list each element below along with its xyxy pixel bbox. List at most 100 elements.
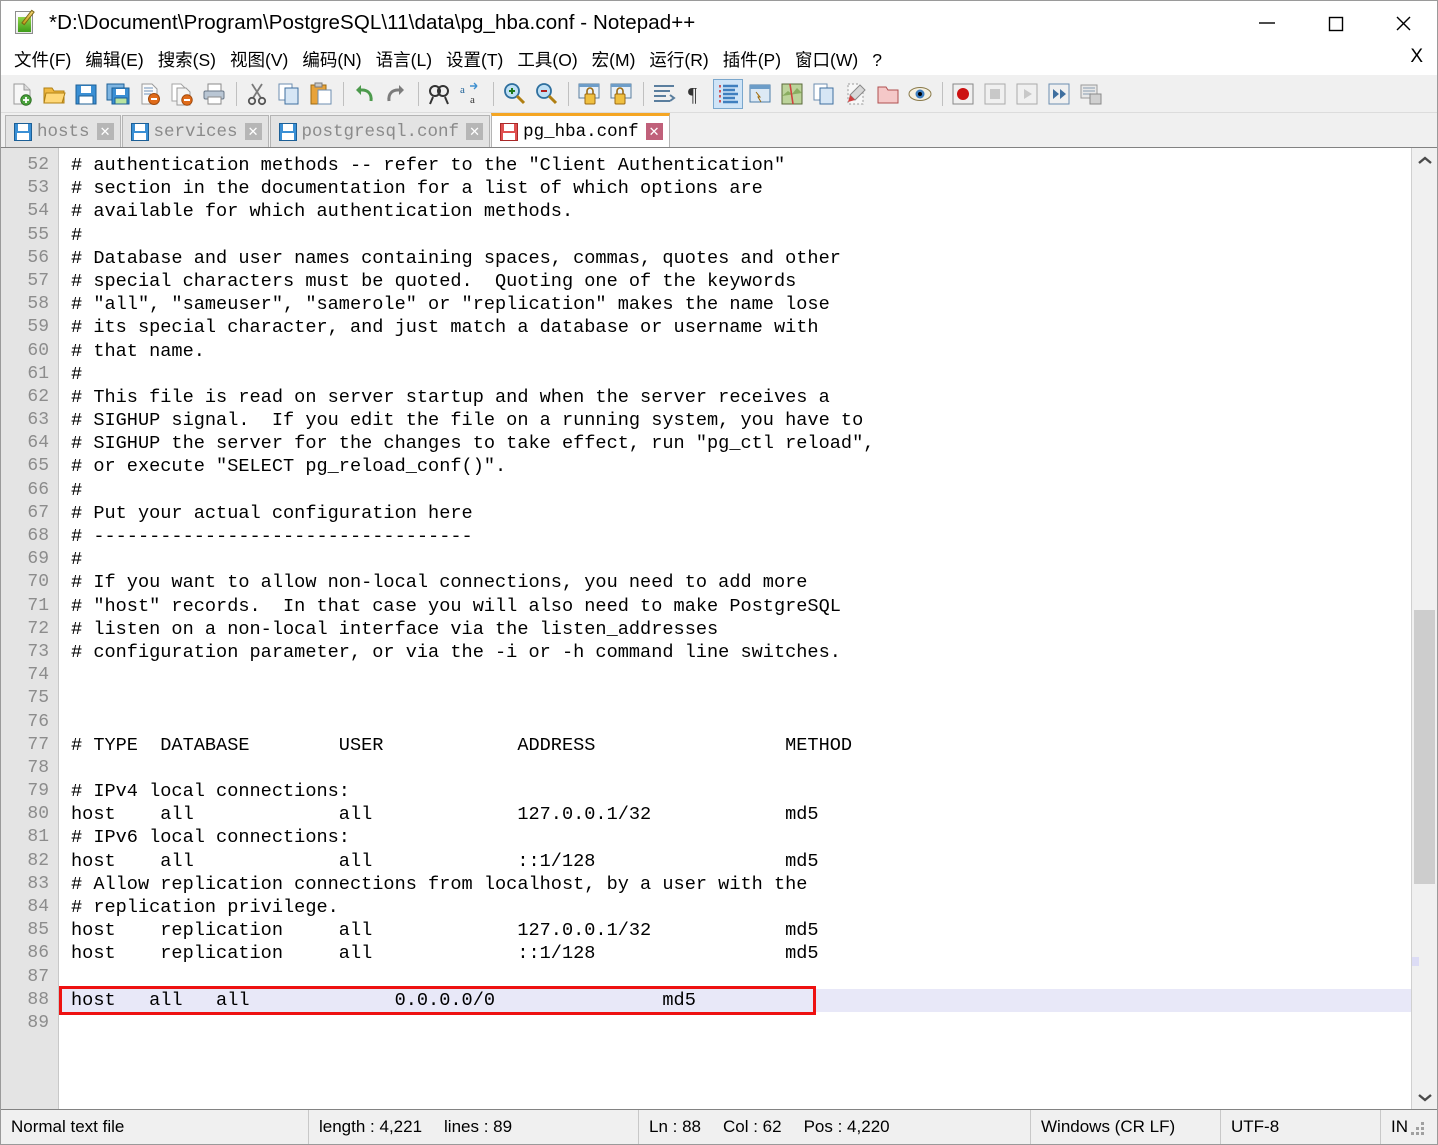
menu-tools[interactable]: 工具(O) bbox=[510, 46, 584, 74]
paste-icon[interactable] bbox=[306, 79, 336, 109]
code-line[interactable]: # SIGHUP the server for the changes to t… bbox=[59, 432, 1411, 455]
run-macro-multiple-icon[interactable] bbox=[1044, 79, 1074, 109]
show-all-characters-icon[interactable]: ¶ bbox=[681, 79, 711, 109]
maximize-button[interactable] bbox=[1301, 1, 1369, 45]
code-line[interactable]: host replication all ::1/128 md5 bbox=[59, 942, 1411, 965]
menu-run[interactable]: 运行(R) bbox=[642, 46, 715, 74]
code-line[interactable]: # This file is read on server startup an… bbox=[59, 386, 1411, 409]
tab-services[interactable]: services ✕ bbox=[121, 115, 269, 147]
close-file-icon[interactable] bbox=[135, 79, 165, 109]
save-all-icon[interactable] bbox=[103, 79, 133, 109]
menu-settings[interactable]: 设置(T) bbox=[439, 46, 510, 74]
user-defined-dialog-icon[interactable] bbox=[745, 79, 775, 109]
code-line[interactable]: # If you want to allow non-local connect… bbox=[59, 571, 1411, 594]
zoom-out-icon[interactable] bbox=[531, 79, 561, 109]
save-icon[interactable] bbox=[71, 79, 101, 109]
code-line[interactable]: # authentication methods -- refer to the… bbox=[59, 154, 1411, 177]
minimize-button[interactable] bbox=[1233, 1, 1301, 45]
code-line[interactable]: # or execute "SELECT pg_reload_conf()". bbox=[59, 455, 1411, 478]
code-line[interactable]: # SIGHUP signal. If you edit the file on… bbox=[59, 409, 1411, 432]
code-line[interactable]: # ---------------------------------- bbox=[59, 525, 1411, 548]
zoom-in-icon[interactable] bbox=[499, 79, 529, 109]
tab-hosts[interactable]: hosts ✕ bbox=[5, 115, 121, 147]
open-file-icon[interactable] bbox=[39, 79, 69, 109]
close-button[interactable] bbox=[1369, 1, 1437, 45]
tab-close-icon[interactable]: ✕ bbox=[244, 123, 262, 140]
code-line[interactable]: # special characters must be quoted. Quo… bbox=[59, 270, 1411, 293]
code-line[interactable]: # Allow replication connections from loc… bbox=[59, 873, 1411, 896]
record-macro-icon[interactable] bbox=[948, 79, 978, 109]
play-macro-icon[interactable] bbox=[1012, 79, 1042, 109]
monitoring-folder-icon[interactable] bbox=[873, 79, 903, 109]
redo-icon[interactable] bbox=[381, 79, 411, 109]
stop-recording-icon[interactable] bbox=[980, 79, 1010, 109]
code-line[interactable] bbox=[59, 687, 1411, 710]
tab-close-icon[interactable]: ✕ bbox=[96, 123, 114, 140]
document-map-icon[interactable] bbox=[777, 79, 807, 109]
menu-search[interactable]: 搜索(S) bbox=[151, 46, 223, 74]
scroll-down-arrow[interactable] bbox=[1412, 1085, 1437, 1109]
code-line[interactable]: # section in the documentation for a lis… bbox=[59, 177, 1411, 200]
code-line[interactable]: # configuration parameter, or via the -i… bbox=[59, 641, 1411, 664]
new-file-icon[interactable] bbox=[7, 79, 37, 109]
code-line[interactable]: host replication all 127.0.0.1/32 md5 bbox=[59, 919, 1411, 942]
code-line[interactable]: # bbox=[59, 479, 1411, 502]
function-list-icon[interactable] bbox=[809, 79, 839, 109]
code-line[interactable] bbox=[59, 966, 1411, 989]
resize-grip[interactable] bbox=[1408, 1119, 1424, 1135]
code-line[interactable]: # bbox=[59, 363, 1411, 386]
folder-as-workspace-icon[interactable] bbox=[841, 79, 871, 109]
code-line[interactable]: # Database and user names containing spa… bbox=[59, 247, 1411, 270]
code-line[interactable]: # TYPE DATABASE USER ADDRESS METHOD bbox=[59, 734, 1411, 757]
close-document-button[interactable]: X bbox=[1410, 46, 1423, 68]
menu-file[interactable]: 文件(F) bbox=[7, 46, 78, 74]
close-all-files-icon[interactable] bbox=[167, 79, 197, 109]
code-line[interactable]: # Put your actual configuration here bbox=[59, 502, 1411, 525]
print-icon[interactable] bbox=[199, 79, 229, 109]
code-line[interactable]: # available for which authentication met… bbox=[59, 200, 1411, 223]
code-line-current[interactable]: host all all 0.0.0.0/0 md5 bbox=[59, 988, 1411, 1012]
code-line[interactable]: # bbox=[59, 548, 1411, 571]
code-line[interactable]: # listen on a non-local interface via th… bbox=[59, 618, 1411, 641]
text-editor[interactable]: 52 53 54 55 56 57 58 59 60 61 62 63 64 65 66 67 68 69 70 71… bbox=[1, 148, 1411, 1109]
status-encoding[interactable]: UTF-8 bbox=[1221, 1110, 1381, 1144]
code-line[interactable]: host all all 127.0.0.1/32 md5 bbox=[59, 803, 1411, 826]
code-line[interactable]: # bbox=[59, 224, 1411, 247]
code-line[interactable]: # that name. bbox=[59, 340, 1411, 363]
menu-view[interactable]: 视图(V) bbox=[223, 46, 295, 74]
code-line[interactable]: # IPv6 local connections: bbox=[59, 826, 1411, 849]
replace-icon[interactable]: a a bbox=[456, 79, 486, 109]
undo-icon[interactable] bbox=[349, 79, 379, 109]
scroll-up-arrow[interactable] bbox=[1412, 148, 1437, 172]
code-line[interactable] bbox=[59, 711, 1411, 734]
tab-close-icon[interactable]: ✕ bbox=[466, 123, 484, 140]
sync-horizontal-scroll-icon[interactable] bbox=[606, 79, 636, 109]
find-icon[interactable] bbox=[424, 79, 454, 109]
scrollbar-track[interactable] bbox=[1412, 172, 1437, 1085]
tab-pg-hba-conf[interactable]: pg_hba.conf ✕ bbox=[491, 113, 670, 147]
tab-close-icon[interactable]: ✕ bbox=[645, 123, 663, 140]
code-line[interactable] bbox=[59, 757, 1411, 780]
sync-vertical-scroll-icon[interactable] bbox=[574, 79, 604, 109]
status-insert-mode[interactable]: IN bbox=[1381, 1110, 1437, 1144]
menu-help[interactable]: ? bbox=[865, 46, 889, 74]
menu-edit[interactable]: 编辑(E) bbox=[78, 46, 150, 74]
monitoring-eye-icon[interactable] bbox=[905, 79, 935, 109]
code-line[interactable]: # "all", "sameuser", "samerole" or "repl… bbox=[59, 293, 1411, 316]
code-content[interactable]: # authentication methods -- refer to the… bbox=[59, 148, 1411, 1109]
vertical-scrollbar[interactable] bbox=[1411, 148, 1437, 1109]
code-line[interactable] bbox=[59, 1012, 1411, 1035]
menu-language[interactable]: 语言(L) bbox=[369, 46, 439, 74]
menu-encoding[interactable]: 编码(N) bbox=[295, 46, 368, 74]
menu-macro[interactable]: 宏(M) bbox=[585, 46, 643, 74]
status-eol-format[interactable]: Windows (CR LF) bbox=[1031, 1110, 1221, 1144]
copy-icon[interactable] bbox=[274, 79, 304, 109]
cut-icon[interactable] bbox=[242, 79, 272, 109]
menu-plugins[interactable]: 插件(P) bbox=[716, 46, 788, 74]
tab-postgresql-conf[interactable]: postgresql.conf ✕ bbox=[269, 115, 491, 147]
scrollbar-thumb[interactable] bbox=[1414, 610, 1435, 885]
code-line[interactable]: # replication privilege. bbox=[59, 896, 1411, 919]
menu-window[interactable]: 窗口(W) bbox=[788, 46, 865, 74]
code-line[interactable]: # its special character, and just match … bbox=[59, 316, 1411, 339]
indent-guide-icon[interactable] bbox=[713, 78, 743, 109]
